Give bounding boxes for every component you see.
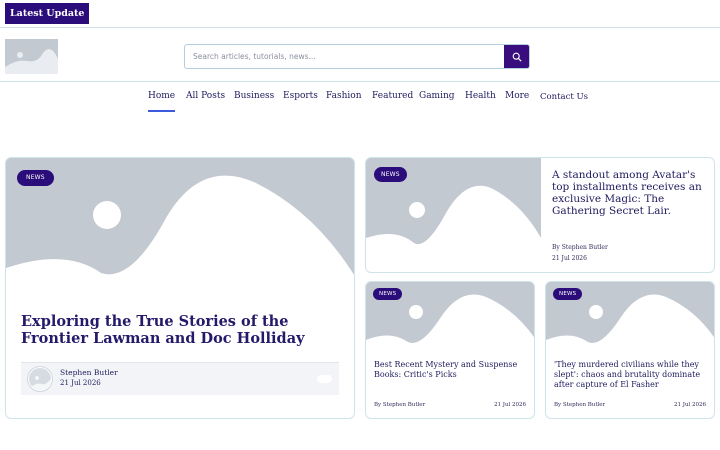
search-bar bbox=[184, 44, 530, 69]
image-placeholder-icon bbox=[6, 175, 354, 299]
nav-item-fashion[interactable]: Fashion bbox=[326, 91, 362, 101]
nav-item-home[interactable]: Home bbox=[148, 91, 176, 112]
news-badge[interactable]: NEWS bbox=[17, 170, 54, 186]
avatar-placeholder-icon bbox=[29, 376, 51, 390]
nav-item-all-posts[interactable]: All Posts bbox=[186, 91, 225, 101]
nav-item-more[interactable]: More bbox=[505, 91, 529, 101]
post-card[interactable]: NEWS 'They murdered civilians while they… bbox=[545, 281, 715, 419]
post-date: 21 Jul 2026 bbox=[60, 379, 101, 387]
news-badge[interactable]: NEWS bbox=[553, 288, 583, 300]
author-name[interactable]: Stephen Butler bbox=[60, 368, 118, 377]
post-author[interactable]: By Stephen Butler bbox=[374, 402, 425, 408]
nav-item-business[interactable]: Business bbox=[234, 91, 274, 101]
nav-item-gaming[interactable]: Gaming bbox=[419, 91, 455, 101]
post-title[interactable]: 'They murdered civilians while they slep… bbox=[554, 360, 712, 390]
post-title[interactable]: Exploring the True Stories of the Fronti… bbox=[21, 313, 311, 347]
main-nav: Home All Posts Business Esports Fashion … bbox=[0, 91, 720, 115]
featured-post-image bbox=[6, 158, 354, 299]
news-badge[interactable]: NEWS bbox=[373, 288, 403, 300]
header-divider bbox=[0, 81, 720, 82]
post-title[interactable]: Best Recent Mystery and Suspense Books: … bbox=[374, 360, 529, 380]
top-bar: Latest Update bbox=[0, 0, 720, 28]
avatar[interactable] bbox=[28, 367, 52, 391]
search-button[interactable] bbox=[504, 45, 529, 68]
post-author[interactable]: By Stephen Butler bbox=[554, 402, 605, 408]
post-title[interactable]: A standout among Avatar's top installmen… bbox=[552, 169, 710, 217]
post-author[interactable]: By Stephen Butler bbox=[552, 244, 608, 251]
news-badge[interactable]: NEWS bbox=[374, 167, 407, 182]
site-logo[interactable] bbox=[5, 39, 58, 74]
featured-post-card[interactable]: NEWS Exploring the True Stories of the F… bbox=[5, 157, 355, 419]
nav-item-featured[interactable]: Featured bbox=[372, 91, 413, 101]
nav-item-health[interactable]: Health bbox=[465, 91, 496, 101]
search-input[interactable] bbox=[185, 45, 505, 68]
logo-placeholder-image bbox=[5, 49, 58, 74]
latest-update-label[interactable]: Latest Update bbox=[5, 3, 90, 24]
search-icon bbox=[512, 52, 521, 61]
post-date: 21 Jul 2026 bbox=[552, 255, 587, 262]
nav-item-contact-us[interactable]: Contact Us bbox=[540, 92, 588, 102]
author-pill bbox=[317, 375, 332, 383]
nav-item-esports[interactable]: Esports bbox=[283, 91, 318, 101]
post-card[interactable]: NEWS A standout among Avatar's top insta… bbox=[365, 157, 715, 273]
post-card[interactable]: NEWS Best Recent Mystery and Suspense Bo… bbox=[365, 281, 535, 419]
post-date: 21 Jul 2026 bbox=[494, 402, 526, 408]
author-box: Stephen Butler 21 Jul 2026 bbox=[21, 362, 339, 395]
post-date: 21 Jul 2026 bbox=[674, 402, 706, 408]
